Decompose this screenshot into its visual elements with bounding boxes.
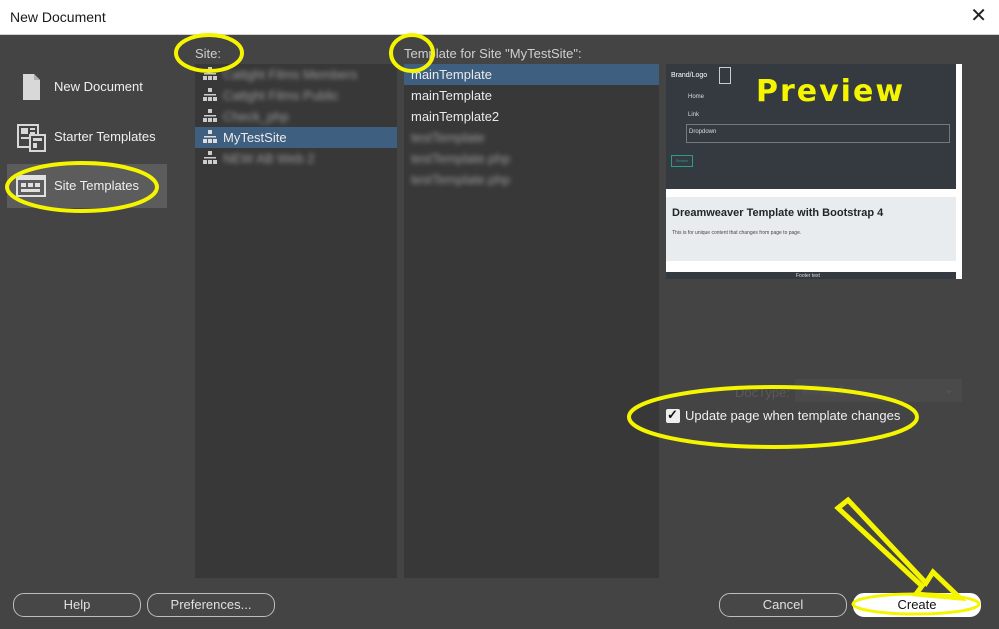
chevron-down-icon: ⌄ <box>943 382 954 396</box>
site-icon <box>203 130 217 143</box>
preview-nav-link: Link <box>688 112 700 118</box>
cancel-button[interactable]: Cancel <box>719 593 847 617</box>
site-icon <box>203 151 217 164</box>
site-name: Cattght Films Members <box>223 67 358 82</box>
template-name: testTemplate.php <box>411 172 511 187</box>
template-preview: Brand/Logo Home Link Dropdown Search Pre… <box>666 64 962 279</box>
checkmark-icon: ✓ <box>667 407 678 422</box>
window-title: New Document <box>10 9 106 25</box>
preview-navbar: Brand/Logo Home Link Dropdown Search Pre… <box>666 64 956 189</box>
site-templates-icon <box>16 175 46 197</box>
category-label: Starter Templates <box>54 129 156 144</box>
update-page-checkbox[interactable]: ✓ <box>666 407 680 423</box>
update-page-label[interactable]: Update page when template changes <box>685 408 900 423</box>
site-name: MyTestSite <box>223 130 287 145</box>
list-item[interactable]: Cattght Films Public <box>195 85 397 106</box>
template-list[interactable]: mainTemplate mainTemplate mainTemplate2 … <box>404 64 659 578</box>
list-item[interactable]: NEW AB Web 2 <box>195 148 397 169</box>
preview-dropdown-label: Dropdown <box>689 129 717 135</box>
starter-templates-icon <box>17 124 46 152</box>
template-name: mainTemplate2 <box>411 109 500 124</box>
site-list[interactable]: Cattght Films Members Cattght Films Publ… <box>195 64 397 578</box>
list-item[interactable]: testTemplate <box>404 127 659 148</box>
site-name: Cattght Films Public <box>223 88 339 103</box>
list-item[interactable]: testTemplate.php <box>404 148 659 169</box>
preview-annotation: Preview <box>756 74 906 109</box>
site-header: Site: <box>195 46 222 61</box>
list-item[interactable]: mainTemplate2 <box>404 106 659 127</box>
preview-footer-text: Footer text <box>796 273 820 279</box>
category-new-document[interactable]: New Document <box>7 65 167 109</box>
help-button[interactable]: Help <box>13 593 141 617</box>
preview-brand: Brand/Logo <box>671 72 708 79</box>
site-name: NEW AB Web 2 <box>223 151 315 166</box>
list-item-selected[interactable]: mainTemplate <box>404 64 659 85</box>
template-name: testTemplate.php <box>411 151 511 166</box>
preview-footer: Footer text <box>666 272 956 279</box>
list-item[interactable]: testTemplate.php <box>404 169 659 190</box>
preview-jumbotron: Dreamweaver Template with Bootstrap 4 Th… <box>666 197 956 261</box>
doctype-select[interactable]: HTML5 ⌄ <box>795 379 962 402</box>
preview-logo-box <box>719 67 731 84</box>
list-item[interactable]: Cattght Films Members <box>195 64 397 85</box>
create-button[interactable]: Create <box>853 593 981 617</box>
doctype-label: DocType: <box>735 385 790 400</box>
site-name: Check_php <box>223 109 289 124</box>
doctype-value: HTML5 <box>803 383 846 398</box>
category-starter-templates[interactable]: Starter Templates <box>7 115 167 159</box>
list-item[interactable]: mainTemplate <box>404 85 659 106</box>
preview-paragraph: This is for unique content that changes … <box>672 230 802 236</box>
preferences-button[interactable]: Preferences... <box>147 593 275 617</box>
preview-dropdown: Dropdown <box>686 124 950 143</box>
template-name: testTemplate <box>411 130 485 145</box>
close-icon[interactable]: ✕ <box>970 5 987 27</box>
site-icon <box>203 109 217 122</box>
category-label: New Document <box>54 79 143 94</box>
category-label: Site Templates <box>54 178 140 193</box>
template-name: mainTemplate <box>411 67 492 82</box>
site-icon <box>203 88 217 101</box>
list-item-selected[interactable]: MyTestSite <box>195 127 397 148</box>
document-icon <box>23 74 40 100</box>
site-icon <box>203 67 217 80</box>
list-item[interactable]: Check_php <box>195 106 397 127</box>
preview-nav-link: Home <box>688 94 705 100</box>
category-site-templates[interactable]: Site Templates <box>7 164 167 208</box>
dialog-body: New Document Starter Templates Site Temp… <box>0 35 999 629</box>
preview-heading: Dreamweaver Template with Bootstrap 4 <box>672 207 884 219</box>
preview-search-button: Search <box>671 155 693 167</box>
title-bar: New Document ✕ <box>0 0 999 35</box>
template-header: Template for Site "MyTestSite": <box>404 46 582 61</box>
template-name: mainTemplate <box>411 88 492 103</box>
